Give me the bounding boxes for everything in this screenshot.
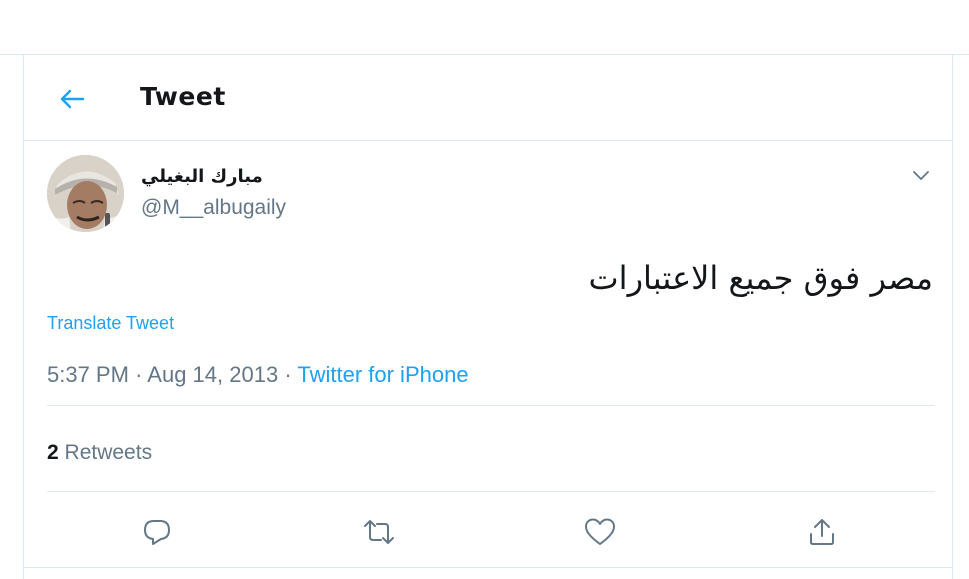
retweet-icon: [364, 520, 394, 544]
tweet-meta: 5:37 PM · Aug 14, 2013 · Twitter for iPh…: [47, 362, 469, 388]
like-button[interactable]: [582, 514, 618, 550]
tweet-text: مصر فوق جميع الاعتبارات: [588, 259, 933, 297]
page-title: Tweet: [140, 82, 226, 111]
tweet-page: Tweet مبارك البغيلي @M__albugaily مصر فو…: [0, 0, 969, 579]
retweets-stat[interactable]: 2 Retweets: [47, 441, 152, 465]
retweet-button[interactable]: [361, 514, 397, 550]
back-button[interactable]: [54, 81, 90, 117]
share-button[interactable]: [804, 514, 840, 550]
meta-divider: [47, 405, 935, 406]
author-handle[interactable]: @M__albugaily: [141, 196, 286, 220]
arrow-left-icon: [60, 89, 85, 109]
chevron-down-icon: [913, 171, 929, 180]
meta-separator: ·: [135, 362, 143, 387]
avatar-image: [47, 155, 124, 232]
tweet-source-link[interactable]: Twitter for iPhone: [297, 362, 468, 387]
heart-icon: [585, 518, 615, 545]
author-name[interactable]: مبارك البغيلي: [141, 166, 263, 187]
share-icon: [810, 519, 834, 545]
actions-bottom-border: [24, 567, 952, 568]
retweets-label: Retweets: [64, 441, 153, 464]
page-header: Tweet: [24, 55, 952, 141]
meta-separator: ·: [284, 362, 292, 387]
tweet-date[interactable]: Aug 14, 2013: [147, 362, 278, 387]
more-options-button[interactable]: [909, 163, 933, 187]
stats-divider: [47, 491, 935, 492]
translate-tweet-link[interactable]: Translate Tweet: [47, 313, 174, 334]
tweet-time[interactable]: 5:37 PM: [47, 362, 129, 387]
avatar[interactable]: [47, 155, 124, 232]
reply-icon: [144, 520, 170, 545]
main-column: Tweet مبارك البغيلي @M__albugaily مصر فو…: [23, 55, 953, 579]
reply-button[interactable]: [139, 514, 175, 550]
retweet-count: 2: [47, 441, 59, 464]
